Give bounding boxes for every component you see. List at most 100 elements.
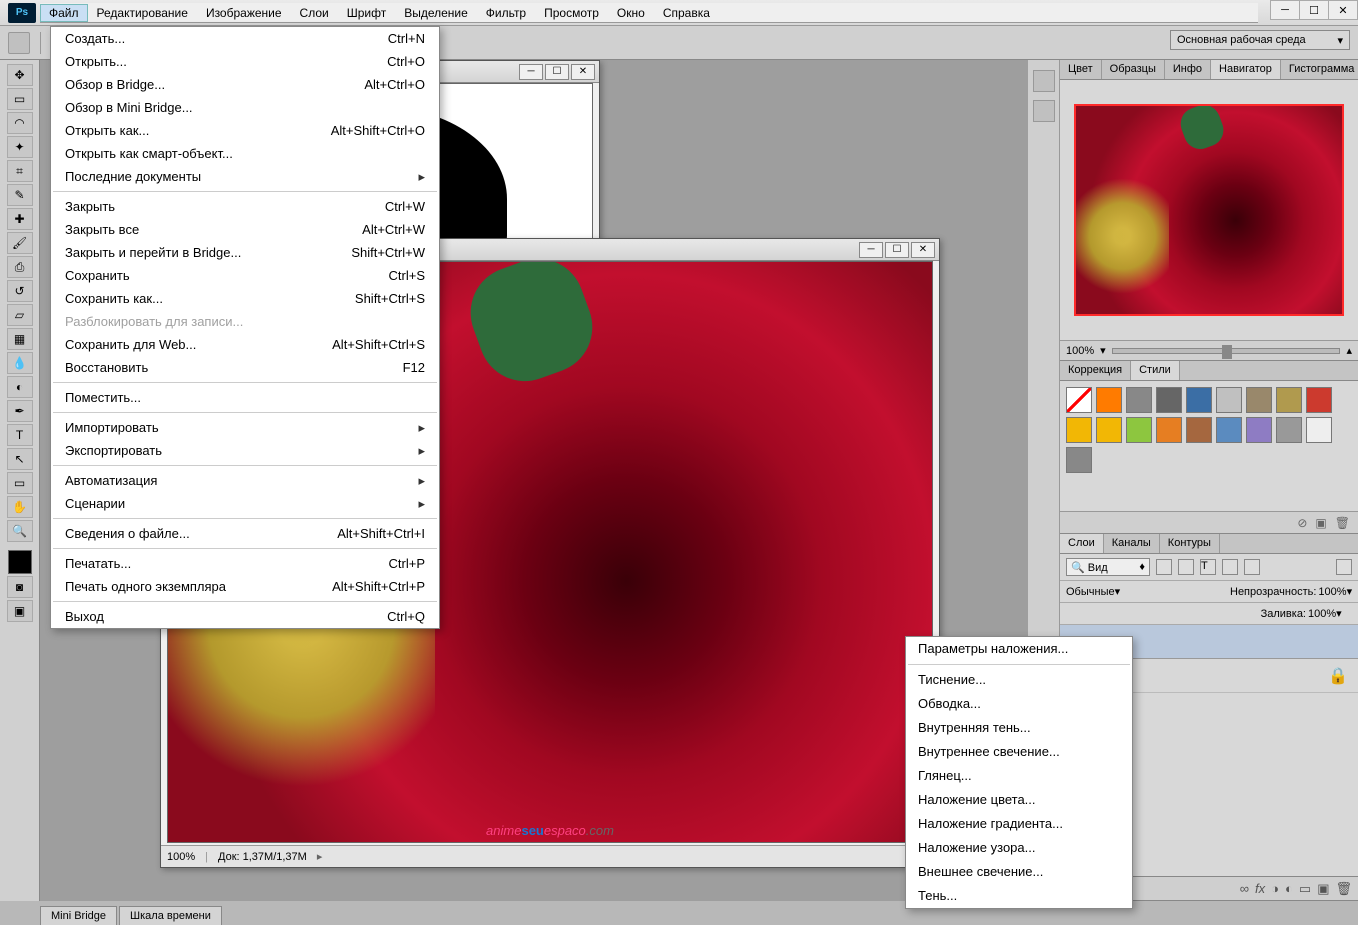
hand-tool[interactable]: ✋ <box>7 496 33 518</box>
gradient-tool[interactable]: ▦ <box>7 328 33 350</box>
tab-timeline[interactable]: Шкала времени <box>119 906 222 925</box>
tab-swatches[interactable]: Образцы <box>1102 60 1165 79</box>
style-swatch[interactable] <box>1096 387 1122 413</box>
slider-thumb[interactable] <box>1222 345 1232 359</box>
navigator-zoom-slider[interactable] <box>1112 348 1341 354</box>
pen-tool[interactable]: ✒ <box>7 400 33 422</box>
navigator-thumbnail[interactable] <box>1074 104 1344 316</box>
doc1-minimize[interactable]: ─ <box>519 64 543 80</box>
collapsed-panel-icon[interactable] <box>1033 70 1055 92</box>
fx-menu-item[interactable]: Наложение цвета... <box>906 788 1132 812</box>
tab-paths[interactable]: Контуры <box>1160 534 1220 553</box>
fx-menu-item[interactable]: Наложение градиента... <box>906 812 1132 836</box>
minimize-button[interactable]: ─ <box>1270 0 1300 20</box>
mask-icon[interactable]: ◑ <box>1271 881 1279 896</box>
style-swatch[interactable] <box>1066 417 1092 443</box>
new-layer-icon[interactable]: ▣ <box>1317 881 1329 897</box>
file-menu-item[interactable]: Открыть...Ctrl+O <box>51 50 439 73</box>
fx-menu-item[interactable]: Обводка... <box>906 692 1132 716</box>
file-menu-item[interactable]: Печатать...Ctrl+P <box>51 552 439 575</box>
screen-mode-tool[interactable]: ▣ <box>7 600 33 622</box>
file-menu-item[interactable]: Сохранить как...Shift+Ctrl+S <box>51 287 439 310</box>
style-swatch[interactable] <box>1066 447 1092 473</box>
file-menu-item[interactable]: Сведения о файле...Alt+Shift+Ctrl+I <box>51 522 439 545</box>
navigator-zoom-value[interactable]: 100% <box>1066 345 1094 357</box>
type-tool[interactable]: T <box>7 424 33 446</box>
menu-image[interactable]: Изображение <box>197 4 291 22</box>
workspace-selector[interactable]: Основная рабочая среда ▾ <box>1170 30 1350 50</box>
menu-layers[interactable]: Слои <box>291 4 338 22</box>
doc2-zoom[interactable]: 100% <box>167 851 195 863</box>
doc2-minimize[interactable]: ─ <box>859 242 883 258</box>
filter-type-icon[interactable]: T <box>1200 559 1216 575</box>
navigator-body[interactable] <box>1060 80 1358 340</box>
tab-layers[interactable]: Слои <box>1060 534 1104 553</box>
file-menu-item[interactable]: Обзор в Mini Bridge... <box>51 96 439 119</box>
zoom-tool[interactable]: 🔍 <box>7 520 33 542</box>
adjustment-icon[interactable]: ◐ <box>1285 881 1293 896</box>
link-layers-icon[interactable]: ∞ <box>1240 881 1249 896</box>
style-swatch[interactable] <box>1096 417 1122 443</box>
menu-edit[interactable]: Редактирование <box>88 4 197 22</box>
filter-adjust-icon[interactable] <box>1178 559 1194 575</box>
eyedropper-tool[interactable]: ✎ <box>7 184 33 206</box>
fx-menu-item[interactable]: Параметры наложения... <box>906 637 1132 661</box>
file-menu-item[interactable]: ВосстановитьF12 <box>51 356 439 379</box>
style-swatch[interactable] <box>1216 387 1242 413</box>
style-swatch[interactable] <box>1216 417 1242 443</box>
file-menu-item[interactable]: Автоматизация▸ <box>51 469 439 492</box>
fx-menu-item[interactable]: Внутреннее свечение... <box>906 740 1132 764</box>
file-menu-item[interactable]: Закрыть всеAlt+Ctrl+W <box>51 218 439 241</box>
doc1-maximize[interactable]: ☐ <box>545 64 569 80</box>
fx-menu-item[interactable]: Глянец... <box>906 764 1132 788</box>
file-menu-item[interactable]: ЗакрытьCtrl+W <box>51 195 439 218</box>
style-swatch[interactable] <box>1156 417 1182 443</box>
menu-type[interactable]: Шрифт <box>338 4 395 22</box>
file-menu-item[interactable]: ВыходCtrl+Q <box>51 605 439 628</box>
move-tool-icon[interactable] <box>8 32 30 54</box>
file-menu-item[interactable]: Открыть как смарт-объект... <box>51 142 439 165</box>
history-brush-tool[interactable]: ↺ <box>7 280 33 302</box>
file-menu-item[interactable]: СохранитьCtrl+S <box>51 264 439 287</box>
menu-file[interactable]: Файл <box>40 4 88 22</box>
fx-menu-item[interactable]: Тиснение... <box>906 668 1132 692</box>
maximize-button[interactable]: ☐ <box>1299 0 1329 20</box>
style-swatch[interactable] <box>1246 417 1272 443</box>
menu-window[interactable]: Окно <box>608 4 654 22</box>
path-tool[interactable]: ↖ <box>7 448 33 470</box>
file-menu-item[interactable]: Обзор в Bridge...Alt+Ctrl+O <box>51 73 439 96</box>
style-swatch[interactable] <box>1186 387 1212 413</box>
file-menu-item[interactable]: Сохранить для Web...Alt+Shift+Ctrl+S <box>51 333 439 356</box>
doc2-maximize[interactable]: ☐ <box>885 242 909 258</box>
file-menu-item[interactable]: Создать...Ctrl+N <box>51 27 439 50</box>
tab-adjustments[interactable]: Коррекция <box>1060 361 1131 380</box>
file-menu-item[interactable]: Поместить... <box>51 386 439 409</box>
eraser-tool[interactable]: ▱ <box>7 304 33 326</box>
file-menu-item[interactable]: Открыть как...Alt+Shift+Ctrl+O <box>51 119 439 142</box>
new-style-icon[interactable]: ▣ <box>1315 516 1326 530</box>
file-menu-item[interactable]: Закрыть и перейти в Bridge...Shift+Ctrl+… <box>51 241 439 264</box>
shape-tool[interactable]: ▭ <box>7 472 33 494</box>
delete-style-icon[interactable]: 🗑 <box>1335 516 1350 530</box>
tab-color[interactable]: Цвет <box>1060 60 1102 79</box>
doc1-close[interactable]: ✕ <box>571 64 595 80</box>
fx-menu-item[interactable]: Внутренняя тень... <box>906 716 1132 740</box>
doc2-close[interactable]: ✕ <box>911 242 935 258</box>
style-swatch[interactable] <box>1156 387 1182 413</box>
fx-menu-item[interactable]: Наложение узора... <box>906 836 1132 860</box>
fx-menu-item[interactable]: Тень... <box>906 884 1132 908</box>
quickmask-tool[interactable]: ◙ <box>7 576 33 598</box>
filter-shape-icon[interactable] <box>1222 559 1238 575</box>
heal-tool[interactable]: ✚ <box>7 208 33 230</box>
stamp-tool[interactable]: ⎙ <box>7 256 33 278</box>
tab-mini-bridge[interactable]: Mini Bridge <box>40 906 117 925</box>
file-menu-item[interactable]: Импортировать▸ <box>51 416 439 439</box>
file-menu-item[interactable]: Печать одного экземпляраAlt+Shift+Ctrl+P <box>51 575 439 598</box>
file-menu-item[interactable]: Сценарии▸ <box>51 492 439 515</box>
fill-input[interactable]: 100%▾ <box>1308 607 1352 620</box>
fx-menu-item[interactable]: Внешнее свечение... <box>906 860 1132 884</box>
menu-help[interactable]: Справка <box>654 4 719 22</box>
group-icon[interactable]: ▭ <box>1299 881 1311 897</box>
tab-histogram[interactable]: Гистограмма <box>1281 60 1358 79</box>
style-swatch[interactable] <box>1066 387 1092 413</box>
